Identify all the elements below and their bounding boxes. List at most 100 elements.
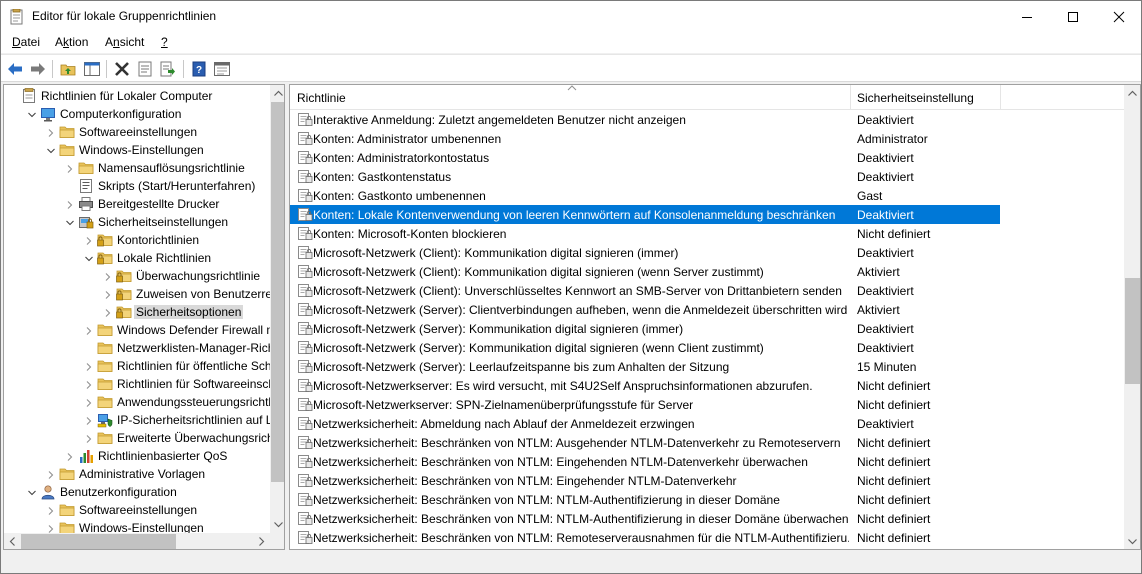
chevron-right-icon[interactable] <box>84 379 94 389</box>
console-tree[interactable]: Richtlinien für Lokaler Computer Computer… <box>3 84 285 550</box>
table-row[interactable]: Konten: Administratorkontostatus Deaktivi… <box>290 148 1000 167</box>
tree-item[interactable]: Skripts (Start/Herunterfahren) <box>4 177 270 195</box>
table-row[interactable]: Konten: Administrator umbenennen Administ… <box>290 129 1000 148</box>
column-divider[interactable] <box>1000 85 1001 110</box>
table-row[interactable]: Netzwerksicherheit: Beschränken von NTLM… <box>290 433 1000 452</box>
table-row[interactable]: Microsoft-Netzwerk (Server): Kommunikati… <box>290 319 1000 338</box>
chevron-down-icon[interactable] <box>27 487 37 497</box>
scroll-up-icon[interactable] <box>270 85 285 102</box>
table-row[interactable]: Konten: Gastkonto umbenennen Gast <box>290 186 1000 205</box>
table-row[interactable]: Microsoft-Netzwerk (Server): Clientverbi… <box>290 300 1000 319</box>
delete-button[interactable] <box>112 59 132 79</box>
up-level-button[interactable] <box>58 59 78 79</box>
tree-item[interactable]: Windows-Einstellungen <box>4 141 270 159</box>
table-row[interactable]: Microsoft-Netzwerk (Client): Unverschlüs… <box>290 281 1000 300</box>
table-row[interactable]: Microsoft-Netzwerk (Client): Kommunikati… <box>290 262 1000 281</box>
tree-item[interactable]: IP-Sicherheitsrichtlinien auf Lol <box>4 411 270 429</box>
export-list-button[interactable] <box>158 59 178 79</box>
menu-ansicht[interactable]: Ansicht <box>105 35 144 49</box>
table-row[interactable]: Netzwerksicherheit: Abmeldung nach Ablau… <box>290 414 1000 433</box>
tree-item[interactable]: Überwachungsrichtlinie <box>4 267 270 285</box>
tree-vertical-scrollbar[interactable] <box>270 85 285 533</box>
chevron-right-icon[interactable] <box>103 289 113 299</box>
tree-item[interactable]: Richtlinien für öffentliche Schlü <box>4 357 270 375</box>
column-header-sicherheitseinstellung[interactable]: Sicherheitseinstellung <box>857 91 974 105</box>
tree-item[interactable]: Sicherheitseinstellungen <box>4 213 270 231</box>
table-row[interactable]: Microsoft-Netzwerkserver: SPN-Zielnamenü… <box>290 395 1000 414</box>
table-row[interactable]: Netzwerksicherheit: Beschränken von NTLM… <box>290 490 1000 509</box>
table-row[interactable]: Microsoft-Netzwerk (Server): Leerlaufzei… <box>290 357 1000 376</box>
tree-item[interactable]: Softwareeinstellungen <box>4 123 270 141</box>
table-row[interactable]: Konten: Gastkontenstatus Deaktiviert <box>290 167 1000 186</box>
chevron-down-icon[interactable] <box>27 109 37 119</box>
chevron-right-icon[interactable] <box>84 397 94 407</box>
policy-list[interactable]: Richtlinie Sicherheitseinstellung Intera… <box>289 84 1141 550</box>
chevron-right-icon[interactable] <box>84 433 94 443</box>
scroll-left-icon[interactable] <box>4 533 21 550</box>
tree-item[interactable]: Softwareeinstellungen <box>4 501 270 519</box>
menu-datei[interactable]: Datei <box>12 35 40 49</box>
table-row[interactable]: Netzwerksicherheit: Beschränken von NTLM… <box>290 509 1000 528</box>
chevron-down-icon[interactable] <box>65 217 75 227</box>
chevron-right-icon[interactable] <box>46 469 56 479</box>
table-row[interactable]: Konten: Lokale Kontenverwendung von leer… <box>290 205 1000 224</box>
tree-item[interactable]: Erweiterte Überwachungsrichtli <box>4 429 270 447</box>
table-row[interactable]: Netzwerksicherheit: Beschränken von NTLM… <box>290 471 1000 490</box>
table-row[interactable]: Interaktive Anmeldung: Zuletzt angemelde… <box>290 110 1000 129</box>
scroll-down-icon[interactable] <box>270 516 285 533</box>
tree-item[interactable]: Sicherheitsoptionen <box>4 303 270 321</box>
chevron-right-icon[interactable] <box>84 325 94 335</box>
chevron-right-icon[interactable] <box>103 307 113 317</box>
chevron-right-icon[interactable] <box>65 451 75 461</box>
column-divider[interactable] <box>850 85 851 110</box>
table-row[interactable]: Microsoft-Netzwerk (Server): Kommunikati… <box>290 338 1000 357</box>
scroll-down-icon[interactable] <box>1124 533 1141 550</box>
filter-view-button[interactable] <box>212 59 232 79</box>
properties-button[interactable] <box>135 59 155 79</box>
close-button[interactable] <box>1096 1 1142 32</box>
chevron-right-icon[interactable] <box>84 235 94 245</box>
tree-item[interactable]: Netzwerklisten-Manager-Richtl <box>4 339 270 357</box>
scroll-right-icon[interactable] <box>253 533 270 550</box>
tree-item[interactable]: Benutzerkonfiguration <box>4 483 270 501</box>
chevron-right-icon[interactable] <box>84 361 94 371</box>
tree-scroll-thumb[interactable] <box>271 102 284 482</box>
chevron-right-icon[interactable] <box>46 523 56 533</box>
table-row[interactable]: Netzwerksicherheit: Beschränken von NTLM… <box>290 528 1000 547</box>
tree-hscroll-thumb[interactable] <box>21 534 176 549</box>
chevron-down-icon[interactable] <box>84 253 94 263</box>
show-hide-tree-button[interactable] <box>82 59 102 79</box>
tree-item[interactable]: Richtlinienbasierter QoS <box>4 447 270 465</box>
scroll-up-icon[interactable] <box>1124 85 1141 102</box>
tree-item[interactable]: Richtlinien für Softwareeinschrä <box>4 375 270 393</box>
tree-item[interactable]: Lokale Richtlinien <box>4 249 270 267</box>
table-row[interactable]: Konten: Microsoft-Konten blockieren Nicht… <box>290 224 1000 243</box>
tree-item[interactable]: Anwendungssteuerungsrichtlir <box>4 393 270 411</box>
list-scroll-thumb[interactable] <box>1125 278 1140 384</box>
tree-item[interactable]: Richtlinien für Lokaler Computer <box>4 87 270 105</box>
menu-aktion[interactable]: Aktion <box>55 35 88 49</box>
tree-item[interactable]: Namensauflösungsrichtlinie <box>4 159 270 177</box>
tree-horizontal-scrollbar[interactable] <box>4 533 270 550</box>
chevron-right-icon[interactable] <box>84 415 94 425</box>
tree-item[interactable]: Bereitgestellte Drucker <box>4 195 270 213</box>
column-header-richtlinie[interactable]: Richtlinie <box>297 91 346 105</box>
chevron-right-icon[interactable] <box>65 163 75 173</box>
forward-button[interactable] <box>28 59 48 79</box>
tree-item[interactable]: Administrative Vorlagen <box>4 465 270 483</box>
back-button[interactable] <box>5 59 25 79</box>
table-row[interactable]: Netzwerksicherheit: Beschränken von NTLM… <box>290 452 1000 471</box>
chevron-right-icon[interactable] <box>103 271 113 281</box>
minimize-button[interactable] <box>1004 1 1050 32</box>
table-row[interactable]: Microsoft-Netzwerkserver: Es wird versuc… <box>290 376 1000 395</box>
chevron-down-icon[interactable] <box>46 145 56 155</box>
table-row[interactable]: Microsoft-Netzwerk (Client): Kommunikati… <box>290 243 1000 262</box>
tree-item[interactable]: Kontorichtlinien <box>4 231 270 249</box>
menu-help[interactable]: ? <box>161 35 168 49</box>
chevron-right-icon[interactable] <box>46 127 56 137</box>
chevron-right-icon[interactable] <box>65 199 75 209</box>
maximize-button[interactable] <box>1050 1 1096 32</box>
list-vertical-scrollbar[interactable] <box>1124 85 1141 550</box>
help-button[interactable]: ? <box>189 59 209 79</box>
tree-item[interactable]: Zuweisen von Benutzerrech <box>4 285 270 303</box>
